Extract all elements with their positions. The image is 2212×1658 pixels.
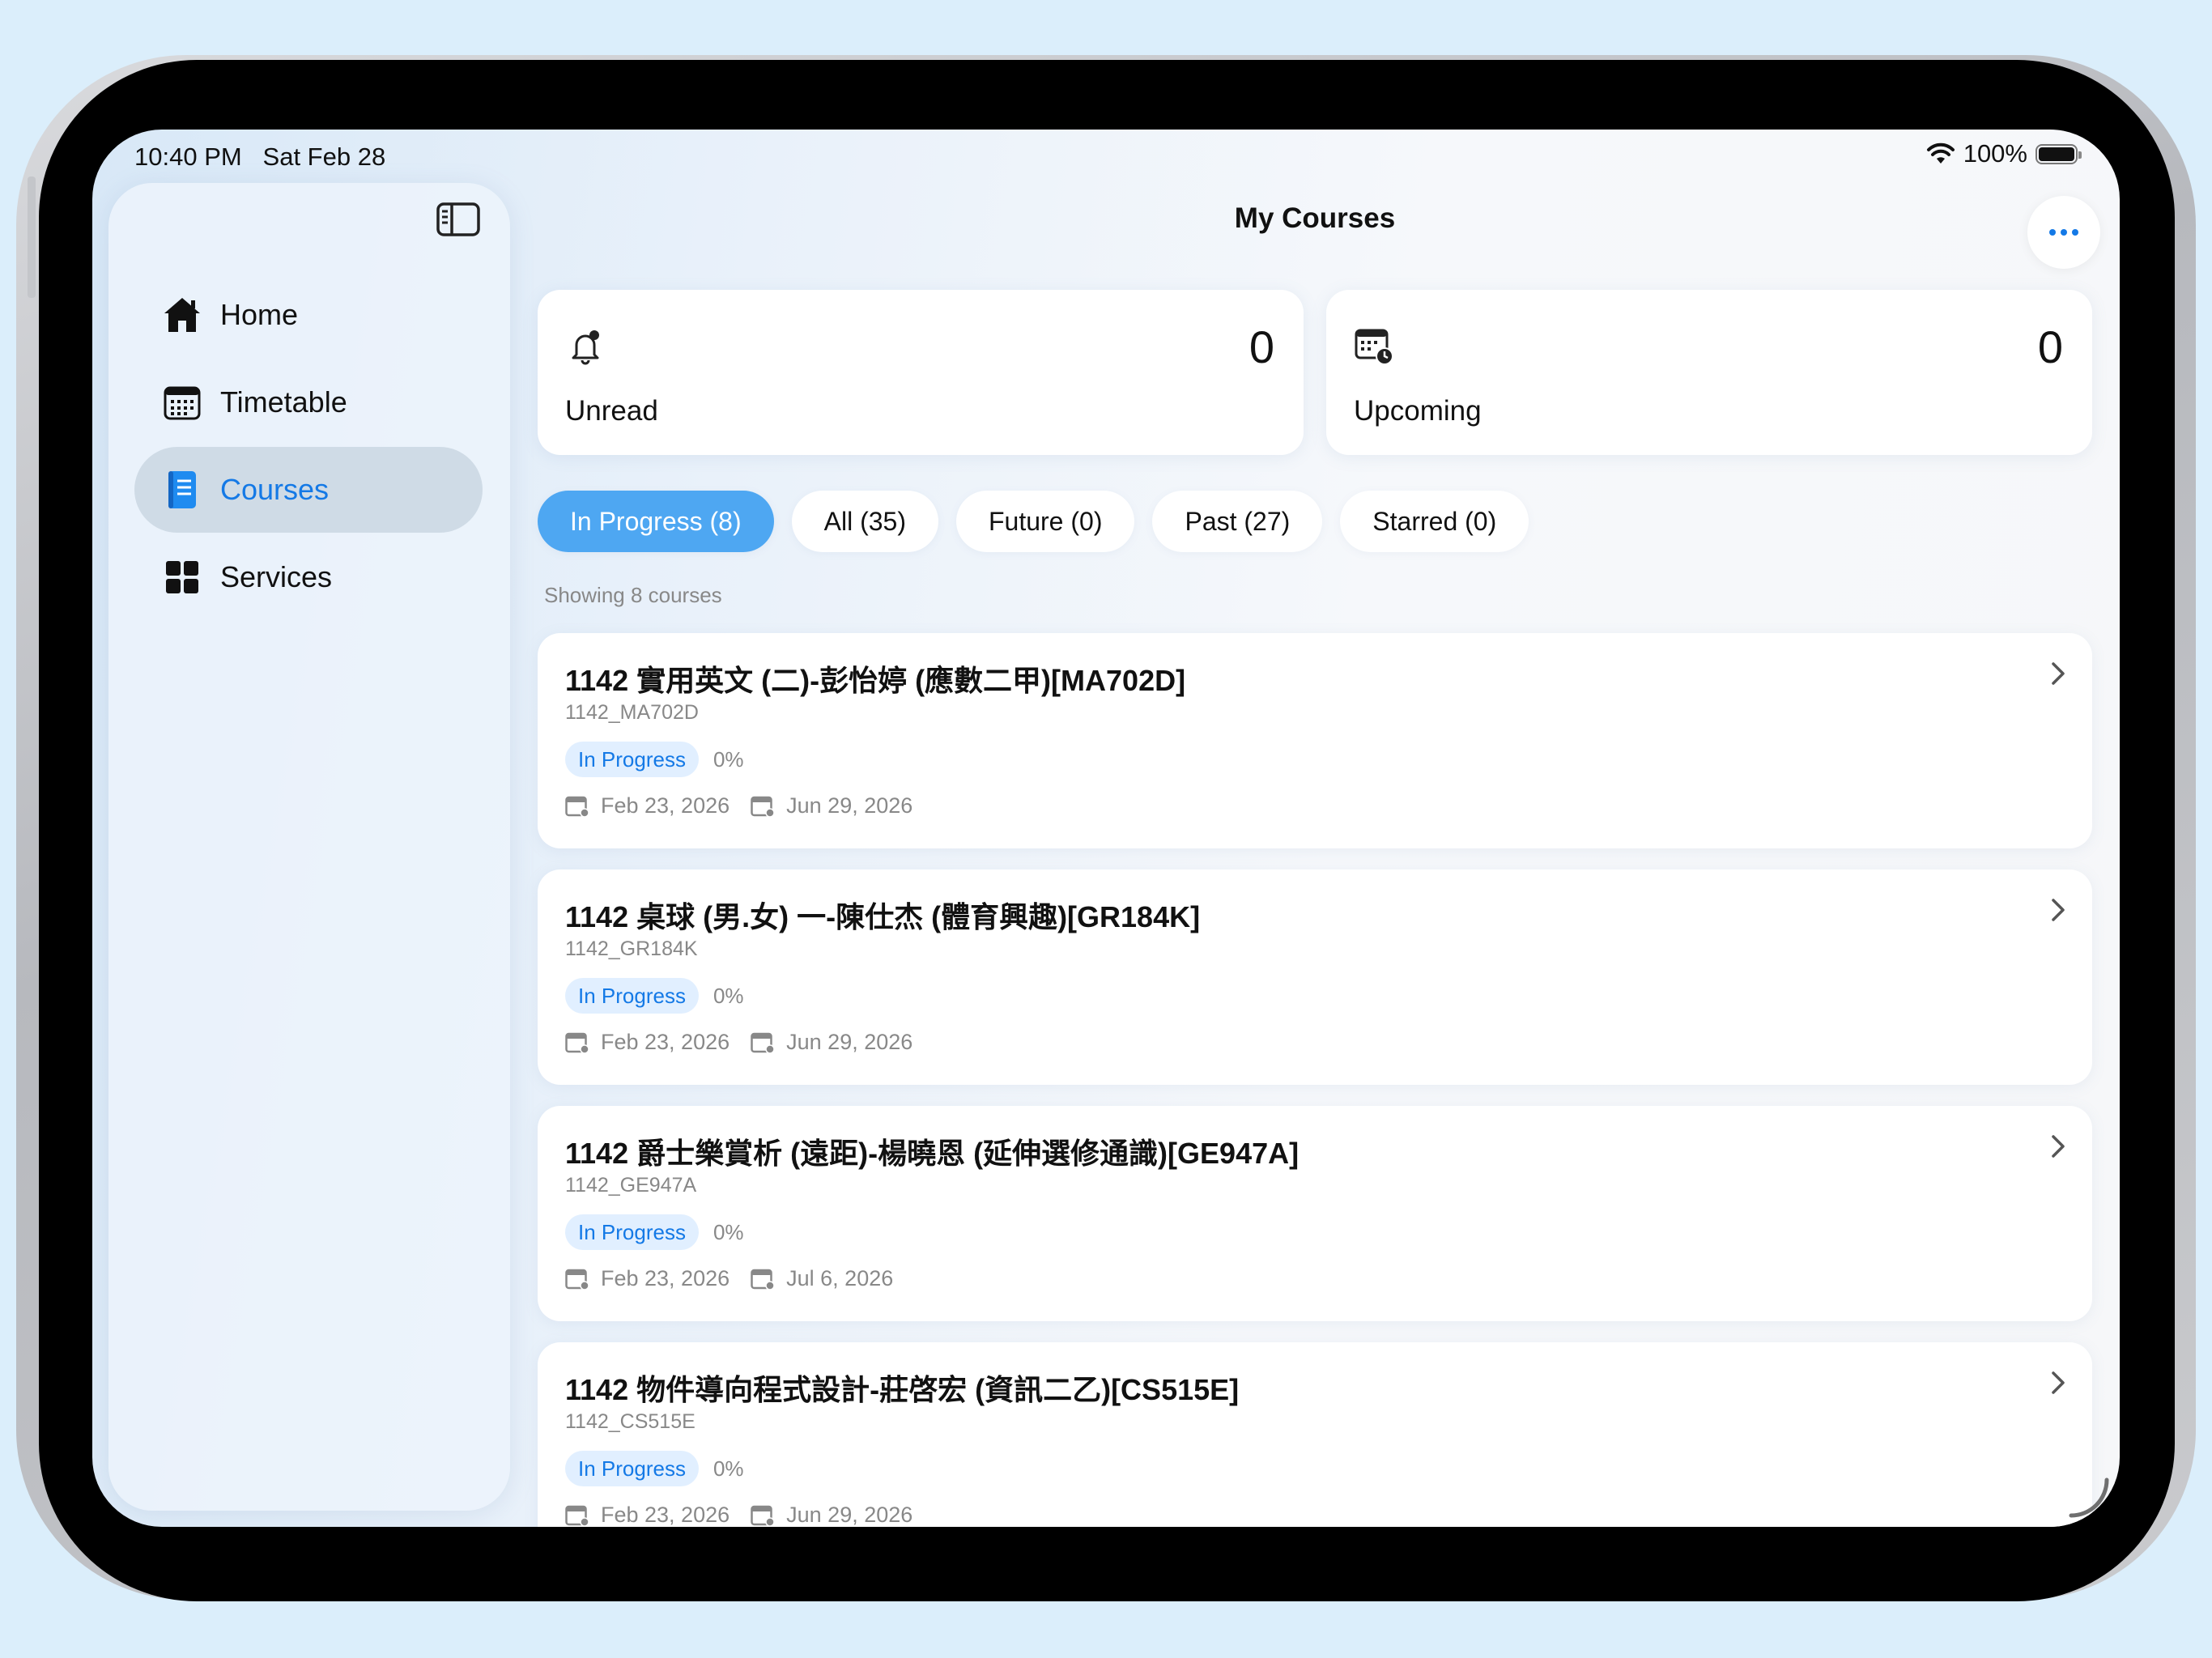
calendar-end-icon bbox=[751, 1505, 775, 1527]
start-date-text: Feb 23, 2026 bbox=[601, 1266, 730, 1290]
end-date-text: Jun 29, 2026 bbox=[786, 1030, 913, 1054]
course-card[interactable]: 1142 實用英文 (二)-彭怡婷 (應數二甲)[MA702D] 1142_MA… bbox=[538, 633, 2092, 848]
filter-past[interactable]: Past (27) bbox=[1152, 491, 1323, 552]
progress-percent: 0% bbox=[713, 1456, 744, 1481]
course-dates: Feb 23, 2026 Jun 29, 2026 bbox=[565, 1503, 934, 1527]
course-status-row: In Progress 0% bbox=[565, 1451, 744, 1486]
main-content: My Courses 0 Unread 0 Upcoming In Progre… bbox=[538, 130, 2120, 1527]
course-dates: Feb 23, 2026 Jun 29, 2026 bbox=[565, 1030, 934, 1055]
filter-starred[interactable]: Starred (0) bbox=[1340, 491, 1529, 552]
end-date-text: Jul 6, 2026 bbox=[786, 1266, 894, 1290]
filter-future[interactable]: Future (0) bbox=[955, 491, 1135, 552]
filter-all[interactable]: All (35) bbox=[791, 491, 938, 552]
book-icon bbox=[162, 470, 202, 510]
end-date-text: Jun 29, 2026 bbox=[786, 793, 913, 818]
unread-card[interactable]: 0 Unread bbox=[538, 290, 1304, 455]
course-count-text: Showing 8 courses bbox=[544, 583, 722, 607]
bell-icon bbox=[572, 330, 599, 365]
upcoming-count: 0 bbox=[2037, 321, 2063, 372]
course-code: 1142_CS515E bbox=[565, 1410, 696, 1433]
chevron-right-icon bbox=[2052, 1371, 2065, 1394]
calendar-icon bbox=[162, 382, 202, 423]
unread-count: 0 bbox=[1249, 321, 1274, 372]
sidebar-item-timetable[interactable]: Timetable bbox=[134, 359, 483, 445]
chevron-right-icon bbox=[2052, 899, 2065, 921]
sidebar-toggle-button[interactable] bbox=[436, 201, 481, 238]
course-list: 1142 實用英文 (二)-彭怡婷 (應數二甲)[MA702D] 1142_MA… bbox=[538, 633, 2092, 1527]
status-badge: In Progress bbox=[565, 978, 699, 1014]
ellipsis-icon bbox=[2049, 229, 2056, 236]
progress-percent: 0% bbox=[713, 746, 744, 772]
scroll-indicator bbox=[2069, 1477, 2109, 1518]
sidebar-item-services[interactable]: Services bbox=[134, 534, 483, 620]
start-date-text: Feb 23, 2026 bbox=[601, 1030, 730, 1054]
sidebar-nav: Home Timetable Courses Services bbox=[134, 272, 483, 622]
power-button bbox=[28, 176, 36, 298]
sidebar-item-label: Timetable bbox=[220, 385, 347, 419]
sidebar-item-label: Courses bbox=[220, 473, 330, 506]
course-status-row: In Progress 0% bbox=[565, 978, 744, 1014]
ellipsis-dot bbox=[2061, 229, 2067, 236]
course-title: 1142 爵士樂賞析 (遠距)-楊曉恩 (延伸選修通識)[GE947A] bbox=[565, 1137, 1300, 1170]
upcoming-label: Upcoming bbox=[1354, 395, 1482, 427]
start-date: Feb 23, 2026 bbox=[565, 793, 730, 818]
sidebar-item-label: Home bbox=[220, 298, 299, 331]
calendar-end-icon bbox=[751, 1269, 775, 1290]
chevron-right-icon bbox=[2052, 662, 2065, 685]
page-title: My Courses bbox=[1234, 202, 1396, 234]
start-date: Feb 23, 2026 bbox=[565, 1030, 730, 1055]
more-options-button[interactable] bbox=[2027, 196, 2100, 269]
grid-icon bbox=[162, 557, 202, 597]
course-code: 1142_MA702D bbox=[565, 701, 699, 724]
course-dates: Feb 23, 2026 Jul 6, 2026 bbox=[565, 1266, 914, 1291]
start-date: Feb 23, 2026 bbox=[565, 1266, 730, 1291]
end-date: Jul 6, 2026 bbox=[751, 1266, 893, 1291]
course-card[interactable]: 1142 桌球 (男.女) 一-陳仕杰 (體育興趣)[GR184K] 1142_… bbox=[538, 869, 2092, 1085]
status-badge: In Progress bbox=[565, 1214, 699, 1250]
course-status-row: In Progress 0% bbox=[565, 1214, 744, 1250]
calendar-start-icon bbox=[565, 1032, 589, 1054]
progress-percent: 0% bbox=[713, 1219, 744, 1244]
sidebar-item-label: Services bbox=[220, 560, 333, 593]
progress-percent: 0% bbox=[713, 983, 744, 1008]
screen: 10:40 PM Sat Feb 28 100% Home Timetable … bbox=[92, 130, 2120, 1527]
course-code: 1142_GR184K bbox=[565, 937, 698, 960]
ellipsis-dot bbox=[2072, 229, 2078, 236]
course-card[interactable]: 1142 物件導向程式設計-莊啓宏 (資訊二乙)[CS515E] 1142_CS… bbox=[538, 1342, 2092, 1527]
course-status-row: In Progress 0% bbox=[565, 742, 744, 777]
chevron-right-icon bbox=[2052, 1135, 2065, 1158]
sidebar: Home Timetable Courses Services bbox=[108, 183, 510, 1511]
course-title: 1142 物件導向程式設計-莊啓宏 (資訊二乙)[CS515E] bbox=[565, 1373, 1240, 1406]
calendar-end-icon bbox=[751, 1032, 775, 1054]
sidebar-item-home[interactable]: Home bbox=[134, 272, 483, 358]
end-date: Jun 29, 2026 bbox=[751, 1030, 912, 1055]
end-date: Jun 29, 2026 bbox=[751, 793, 912, 818]
status-badge: In Progress bbox=[565, 1451, 699, 1486]
course-card[interactable]: 1142 爵士樂賞析 (遠距)-楊曉恩 (延伸選修通識)[GE947A] 114… bbox=[538, 1106, 2092, 1321]
calendar-clock-icon bbox=[1355, 329, 1393, 365]
calendar-start-icon bbox=[565, 1505, 589, 1527]
filter-in-progress[interactable]: In Progress (8) bbox=[538, 491, 774, 552]
start-date-text: Feb 23, 2026 bbox=[601, 1503, 730, 1527]
status-time: 10:40 PM Sat Feb 28 bbox=[134, 142, 386, 171]
end-date-text: Jun 29, 2026 bbox=[786, 1503, 913, 1527]
start-date: Feb 23, 2026 bbox=[565, 1503, 730, 1527]
start-date-text: Feb 23, 2026 bbox=[601, 793, 730, 818]
course-dates: Feb 23, 2026 Jun 29, 2026 bbox=[565, 793, 934, 818]
status-badge: In Progress bbox=[565, 742, 699, 777]
course-title: 1142 實用英文 (二)-彭怡婷 (應數二甲)[MA702D] bbox=[565, 664, 1186, 697]
course-code: 1142_GE947A bbox=[565, 1174, 697, 1197]
upcoming-card[interactable]: 0 Upcoming bbox=[1326, 290, 2092, 455]
calendar-start-icon bbox=[565, 796, 589, 818]
end-date: Jun 29, 2026 bbox=[751, 1503, 912, 1527]
filter-tabs: In Progress (8) All (35) Future (0) Past… bbox=[538, 491, 1529, 552]
sidebar-toggle-icon bbox=[436, 202, 480, 236]
sidebar-item-courses[interactable]: Courses bbox=[134, 447, 483, 533]
house-icon bbox=[162, 295, 202, 335]
calendar-end-icon bbox=[751, 796, 775, 818]
calendar-start-icon bbox=[565, 1269, 589, 1290]
course-title: 1142 桌球 (男.女) 一-陳仕杰 (體育興趣)[GR184K] bbox=[565, 900, 1201, 933]
unread-label: Unread bbox=[565, 395, 658, 427]
